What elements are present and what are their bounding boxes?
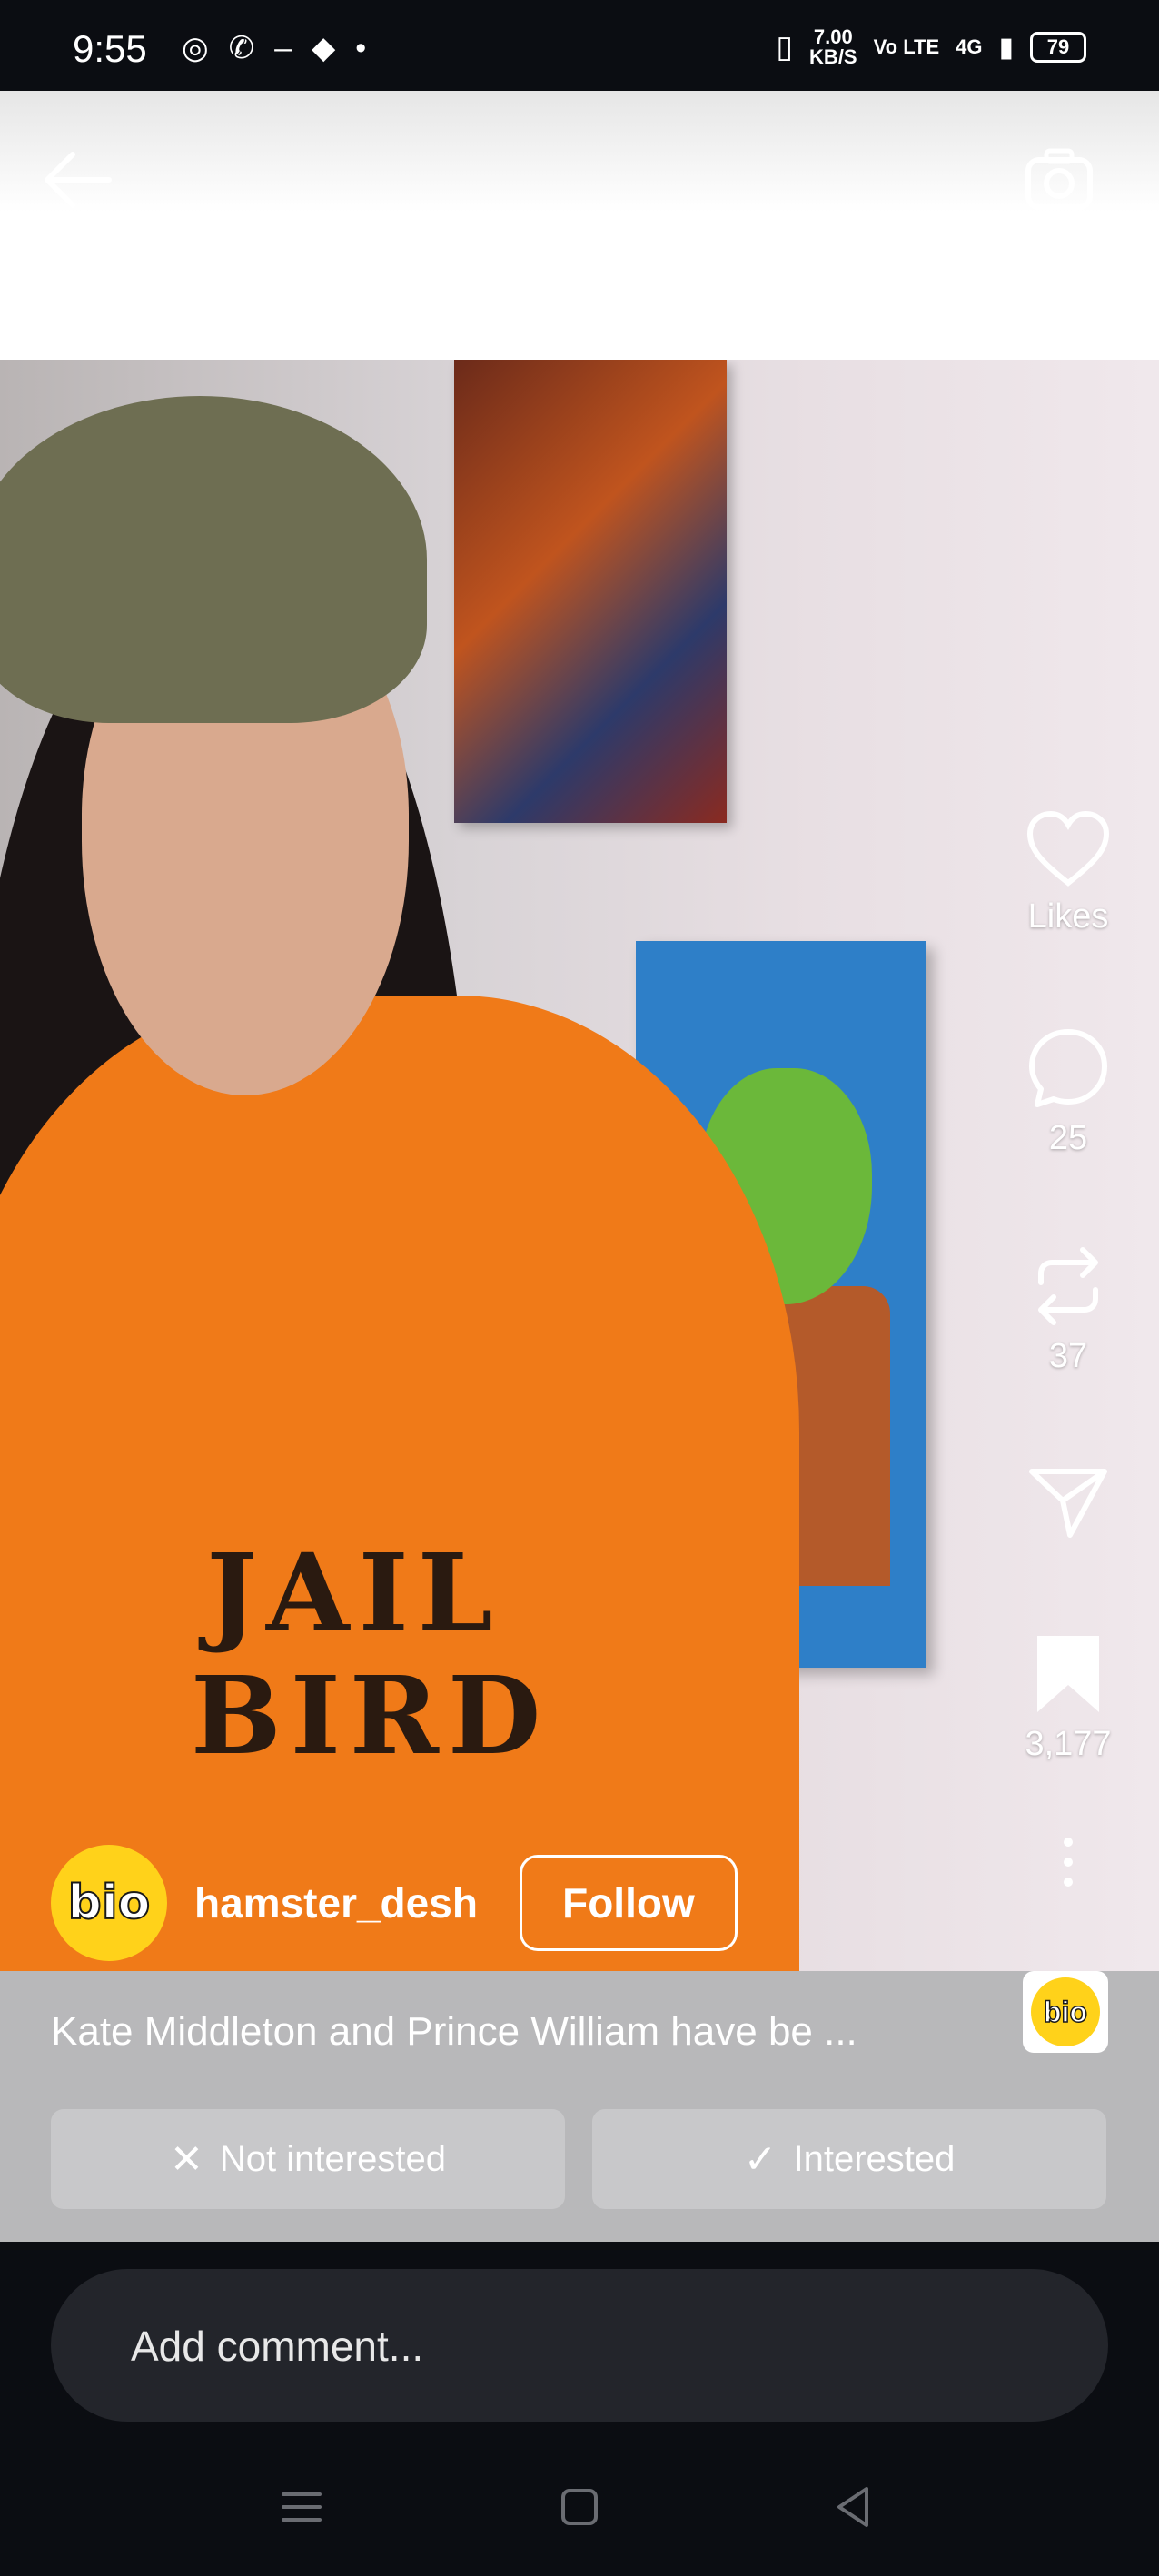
abstract-painting [454, 360, 727, 823]
location-icon: ◆ [312, 31, 336, 65]
menu-icon[interactable] [274, 2480, 329, 2534]
bookmark-icon[interactable] [1025, 1630, 1112, 1718]
volte-label: Vo LTE [873, 35, 940, 58]
save-action[interactable]: 3,177 [1014, 1630, 1123, 1764]
shirt-print-line-2: BIRD [191, 1652, 550, 1778]
orange-hoodie [0, 996, 799, 1971]
author-row: bio hamster_desh Follow [51, 1844, 738, 1962]
speed-value: 7.00 [813, 25, 853, 48]
check-icon: ✓ [743, 2136, 778, 2182]
more-vertical-icon[interactable] [1059, 1835, 1077, 1889]
saves-count: 3,177 [1025, 1725, 1112, 1763]
comment-box [51, 2269, 1108, 2422]
shirt-print-line-1: JAIL [206, 1530, 502, 1656]
vibrate-icon: ▯ [776, 30, 794, 64]
signal-icon: ▮ [998, 32, 1014, 63]
repost-icon[interactable] [1025, 1243, 1112, 1330]
green-beanie [0, 396, 427, 723]
nav-back-icon[interactable] [827, 2480, 881, 2534]
like-action[interactable]: Likes [1014, 808, 1123, 936]
speed-unit: KB/S [809, 45, 857, 68]
repost-action[interactable]: 37 [1014, 1243, 1123, 1376]
author-username[interactable]: hamster_desh [194, 1878, 478, 1927]
notification-icons: ◎ ✆ – ◆ • [182, 33, 366, 64]
network-type: 4G [956, 35, 983, 58]
back-arrow-icon[interactable] [36, 144, 118, 216]
share-action[interactable] [1014, 1461, 1123, 1542]
avatar[interactable]: bio [51, 1845, 167, 1961]
comment-input[interactable] [129, 2309, 1041, 2383]
follow-button[interactable]: Follow [519, 1855, 738, 1951]
interested-button[interactable]: ✓ Interested [592, 2109, 1106, 2209]
close-icon: ✕ [170, 2136, 203, 2182]
camera-icon[interactable] [1023, 144, 1095, 216]
status-time: 9:55 [73, 27, 147, 70]
likes-label: Likes [1027, 897, 1109, 936]
reel-video[interactable]: JAIL BIRD [0, 360, 1159, 1971]
battery-indicator: 79 [1030, 32, 1086, 63]
top-bar [0, 91, 1159, 360]
system-nav-bar [0, 2443, 1159, 2576]
dot-icon: • [355, 31, 367, 65]
more-options[interactable] [1014, 1835, 1123, 1889]
post-caption[interactable]: Kate Middleton and Prince William have b… [51, 2009, 857, 2055]
comment-action[interactable]: 25 [1014, 1025, 1123, 1158]
not-interested-label: Not interested [219, 2138, 446, 2179]
bio-badge[interactable]: bio [1023, 1971, 1108, 2053]
reposts-count: 37 [1048, 1337, 1088, 1375]
comments-count: 25 [1048, 1119, 1088, 1157]
status-bar: 9:55 ◎ ✆ – ◆ • ▯ 7.00 KB/S Vo LTE 4G ▮ 7… [0, 0, 1159, 91]
shirt-print: JAIL BIRD [191, 1530, 550, 1778]
whatsapp-icon: ✆ [228, 31, 255, 65]
home-icon[interactable] [552, 2480, 607, 2534]
caption-panel: Kate Middleton and Prince William have b… [0, 1971, 1159, 2242]
instagram-icon: ◎ [182, 31, 209, 65]
interested-label: Interested [793, 2138, 956, 2179]
network-speed: 7.00 KB/S [809, 27, 857, 67]
heart-icon[interactable] [1025, 808, 1112, 890]
comment-bubble-icon[interactable] [1025, 1025, 1112, 1112]
not-interested-button[interactable]: ✕ Not interested [51, 2109, 565, 2209]
status-right: ▯ 7.00 KB/S Vo LTE 4G ▮ 79 [776, 27, 1086, 67]
bio-badge-logo: bio [1031, 1977, 1100, 2046]
dash-icon: – [274, 31, 292, 65]
send-icon[interactable] [1025, 1461, 1112, 1542]
